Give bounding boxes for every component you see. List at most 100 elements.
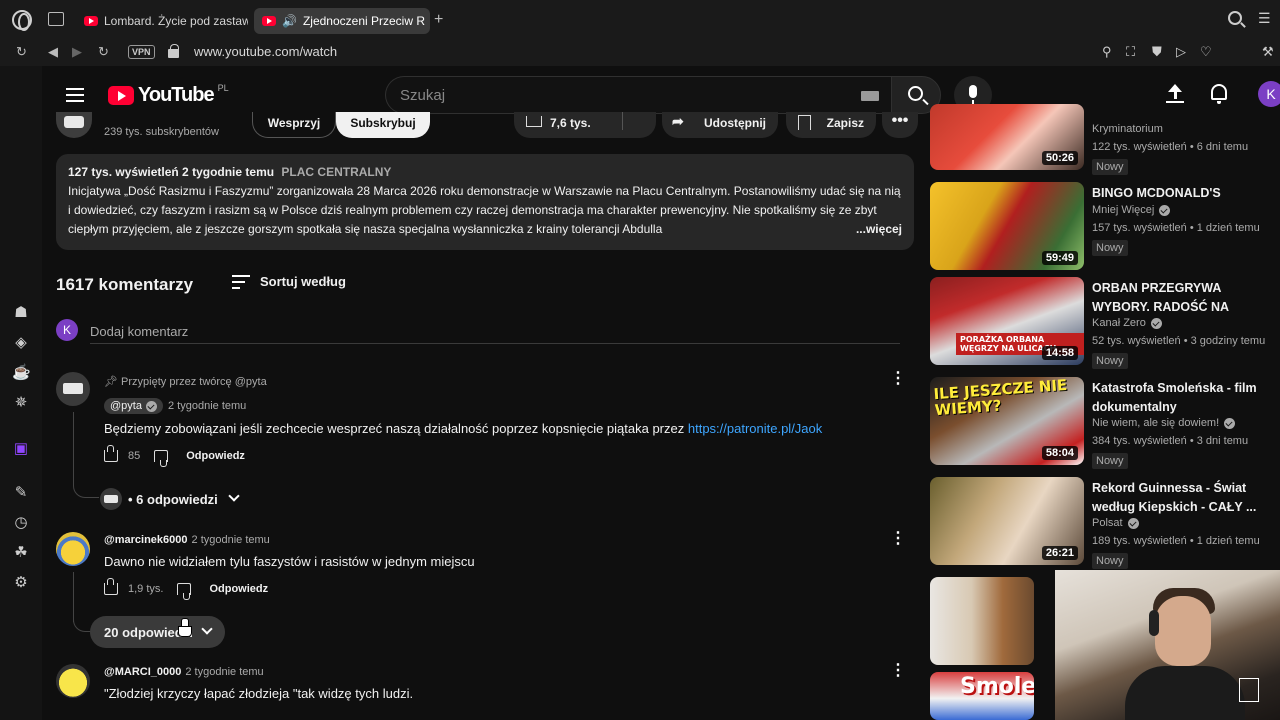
pinned-text: Przypięty przez twórcę @pyta xyxy=(121,376,267,388)
search-input[interactable] xyxy=(386,77,826,113)
comment-time[interactable]: 2 tygodnie temu xyxy=(185,666,263,678)
youtube-logo[interactable]: YouTube PL xyxy=(108,83,229,107)
like-icon[interactable] xyxy=(104,578,118,595)
extensions-icon[interactable]: ⚒ xyxy=(1262,44,1274,60)
sidebar-app-icon[interactable]: ✎ xyxy=(12,484,30,502)
lock-icon[interactable] xyxy=(168,44,179,58)
video-channel[interactable]: Kryminatorium xyxy=(1092,123,1163,135)
url-field[interactable]: www.youtube.com/watch xyxy=(194,44,337,59)
video-description[interactable]: 127 tys. wyświetleń 2 tygodnie temu PLAC… xyxy=(56,154,914,250)
channel-name: Mniej Więcej xyxy=(1092,204,1155,216)
recommended-video[interactable]: 59:49 BINGO MCDONALD'S Mniej Więcej 157 … xyxy=(930,182,1270,272)
vpn-badge[interactable]: VPN xyxy=(128,45,155,59)
video-title[interactable]: Katastrofa Smoleńska - film dokumentalny xyxy=(1092,379,1270,417)
comment-avatar[interactable] xyxy=(56,532,90,566)
menu-icon[interactable]: ☰ xyxy=(1258,10,1271,27)
upload-icon[interactable] xyxy=(1166,84,1184,104)
play-icon[interactable]: ▷ xyxy=(1176,44,1186,60)
video-title[interactable]: Rekord Guinnessa - Świat według Kiepskic… xyxy=(1092,479,1270,517)
join-button[interactable]: Wesprzyj xyxy=(252,112,336,138)
reload-icon[interactable]: ↻ xyxy=(16,44,27,60)
video-thumbnail[interactable]: Smole xyxy=(930,672,1034,720)
comment-time[interactable]: 2 tygodnie temu xyxy=(192,534,270,546)
sort-comments-button[interactable]: Sortuj według xyxy=(232,274,346,289)
video-channel[interactable]: Polsat xyxy=(1092,517,1139,529)
sidebar-app-icon[interactable]: ☕ xyxy=(12,364,31,382)
back-icon[interactable]: ◀ xyxy=(48,44,58,60)
video-thumbnail[interactable] xyxy=(930,577,1034,665)
video-duration: 50:26 xyxy=(1041,151,1078,165)
recommended-video[interactable]: ILE JESZCZE NIE WIEMY? 58:04 Katastrofa … xyxy=(930,377,1270,469)
channel-name: Kanał Zero xyxy=(1092,317,1146,329)
tab-islands-icon[interactable] xyxy=(48,12,64,26)
snapshot-icon[interactable]: ⛶ xyxy=(1126,44,1135,60)
recommended-video[interactable]: PORAŻKA ORBANA WĘGRZY NA ULICACH 14:58 O… xyxy=(930,277,1270,369)
comment-menu-icon[interactable]: ⋮ xyxy=(890,371,906,387)
picture-in-picture-icon[interactable] xyxy=(1239,678,1259,702)
show-more-link[interactable]: ...więcej xyxy=(849,220,902,239)
recommended-video[interactable]: 50:26 Kryminatorium 122 tys. wyświetleń … xyxy=(930,104,1270,176)
verified-check-icon xyxy=(1127,517,1139,529)
comment-time[interactable]: 2 tygodnie temu xyxy=(168,400,246,412)
comment-menu-icon[interactable]: ⋮ xyxy=(890,531,906,547)
comment-menu-icon[interactable]: ⋮ xyxy=(890,663,906,679)
sidebar-app-icon[interactable]: ☗ xyxy=(12,304,30,322)
add-comment-input[interactable] xyxy=(90,320,900,344)
clock-icon[interactable]: ◷ xyxy=(12,514,30,532)
video-channel[interactable]: Nie wiem, ale się dowiem! xyxy=(1092,417,1236,429)
channel-avatar[interactable] xyxy=(56,112,92,138)
speaker-icon[interactable]: 🔊 xyxy=(282,14,297,28)
shield-icon[interactable]: ⛊ xyxy=(1152,44,1162,60)
pin-icon[interactable]: ⚲ xyxy=(1102,44,1112,60)
video-thumbnail[interactable]: ILE JESZCZE NIE WIEMY? 58:04 xyxy=(930,377,1084,465)
opera-logo-icon[interactable] xyxy=(12,10,32,31)
comment-avatar[interactable] xyxy=(56,372,90,406)
sidebar-app-icon[interactable]: ☘ xyxy=(12,544,30,562)
like-button[interactable]: 7,6 tys. xyxy=(514,112,656,138)
comment-avatar[interactable] xyxy=(56,664,90,698)
show-replies-button[interactable]: 20 odpowiedzi xyxy=(90,616,225,648)
reply-button[interactable]: Odpowiedz xyxy=(186,450,245,462)
video-thumbnail[interactable]: 50:26 xyxy=(930,104,1084,170)
heart-icon[interactable]: ♡ xyxy=(1200,44,1212,60)
video-title[interactable]: BINGO MCDONALD'S xyxy=(1092,184,1270,203)
sort-icon xyxy=(232,274,250,289)
forward-icon[interactable]: ▶ xyxy=(72,44,82,60)
like-icon[interactable] xyxy=(104,445,118,462)
browser-tab[interactable]: Lombard. Życie pod zastaw xyxy=(76,8,248,34)
search-icon xyxy=(908,86,923,101)
more-actions-button[interactable]: ••• xyxy=(882,112,918,138)
reply-button[interactable]: Odpowiedz xyxy=(209,583,268,595)
sidebar-app-icon[interactable]: ◈ xyxy=(12,334,30,352)
comment-link[interactable]: https://patronite.pl/Jaok xyxy=(688,421,822,436)
settings-icon[interactable]: ⚙ xyxy=(12,574,30,592)
share-button[interactable]: Udostępnij xyxy=(662,112,778,138)
show-replies-button[interactable]: • 6 odpowiedzi xyxy=(100,488,240,510)
location-tag[interactable]: PLAC CENTRALNY xyxy=(281,165,391,179)
comment-author[interactable]: @MARCI_0000 xyxy=(104,666,181,678)
hamburger-menu-icon[interactable] xyxy=(66,88,84,102)
video-thumbnail[interactable]: 26:21 xyxy=(930,477,1084,565)
save-button[interactable]: Zapisz xyxy=(786,112,876,138)
tab-search-icon[interactable] xyxy=(1228,11,1242,25)
video-thumbnail[interactable]: PORAŻKA ORBANA WĘGRZY NA ULICACH 14:58 xyxy=(930,277,1084,365)
video-thumbnail[interactable]: 59:49 xyxy=(930,182,1084,270)
recommended-video[interactable]: 26:21 Rekord Guinnessa - Świat według Ki… xyxy=(930,477,1270,569)
browser-tab-active[interactable]: 🔊 Zjednoczeni Przeciw R xyxy=(254,8,430,34)
keyboard-icon[interactable] xyxy=(861,91,879,101)
video-channel[interactable]: Mniej Więcej xyxy=(1092,204,1171,216)
creator-author-chip[interactable]: @pyta xyxy=(104,398,163,414)
channel-name: Polsat xyxy=(1092,517,1123,529)
description-text: Inicjatywa „Dość Rasizmu i Faszyzmu” zor… xyxy=(68,182,902,239)
dislike-icon[interactable] xyxy=(177,583,192,600)
subscribe-button[interactable]: Subskrybuj xyxy=(336,112,430,138)
dislike-icon[interactable] xyxy=(154,450,169,467)
twitch-icon[interactable]: ▣ xyxy=(12,440,30,458)
video-channel[interactable]: Kanał Zero xyxy=(1092,317,1162,329)
video-title[interactable]: ORBAN PRZEGRYWA WYBORY. RADOŚĆ NA WĘGRZE… xyxy=(1092,279,1270,317)
notifications-bell-icon[interactable] xyxy=(1211,84,1227,104)
comment-author[interactable]: @marcinek6000 xyxy=(104,534,188,546)
refresh-icon[interactable]: ↻ xyxy=(98,44,109,60)
new-tab-icon[interactable]: + xyxy=(434,11,443,29)
sidebar-app-icon[interactable]: ✵ xyxy=(12,394,30,412)
